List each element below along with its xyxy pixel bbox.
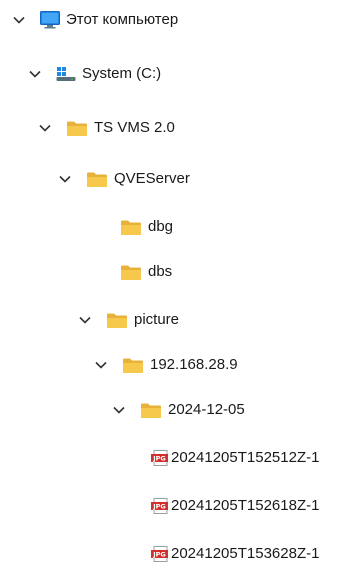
tree-item-qveserver[interactable]: QVEServer [58, 167, 190, 191]
tree-item-label: dbs [148, 263, 173, 280]
tree-item-ts-vms[interactable]: TS VMS 2.0 [38, 116, 175, 140]
folder-icon [86, 171, 108, 188]
folder-icon [66, 120, 88, 137]
chevron-down-icon[interactable] [38, 121, 52, 135]
tree-item-ip-folder[interactable]: 192.168.28.9 [94, 353, 238, 377]
jpg-file-icon: JPG [151, 498, 169, 514]
tree-item-label: dbg [148, 218, 174, 235]
monitor-icon [40, 11, 60, 29]
tree-item-label: QVEServer [114, 170, 190, 187]
folder-tree: Этот компьютер System (C:) TS VMS 2.0 QV… [0, 0, 361, 576]
tree-item-this-pc[interactable]: Этот компьютер [12, 8, 178, 32]
tree-item-label: Этот компьютер [66, 11, 179, 28]
chevron-down-icon[interactable] [94, 358, 108, 372]
folder-icon [106, 312, 128, 329]
tree-item-date-folder[interactable]: 2024-12-05 [112, 398, 245, 422]
tree-item-picture[interactable]: picture [78, 308, 179, 332]
jpg-file-icon: JPG [151, 546, 169, 562]
folder-icon [120, 219, 142, 236]
jpg-file-icon: JPG [151, 450, 169, 466]
tree-item-dbs[interactable]: dbs [120, 260, 172, 284]
tree-item-label: picture [134, 311, 180, 328]
tree-item-label: 20241205T153628Z-1 [171, 545, 320, 562]
tree-item-file[interactable]: JPG 20241205T153628Z-1 [151, 542, 319, 566]
folder-icon [122, 357, 144, 374]
tree-item-label: 20241205T152618Z-1 [171, 497, 320, 514]
chevron-down-icon[interactable] [12, 13, 26, 27]
tree-item-label: 20241205T152512Z-1 [171, 449, 320, 466]
chevron-down-icon[interactable] [112, 403, 126, 417]
tree-item-label: 192.168.28.9 [150, 356, 238, 373]
svg-text:JPG: JPG [152, 503, 166, 511]
folder-icon [120, 264, 142, 281]
folder-icon [140, 402, 162, 419]
tree-item-file[interactable]: JPG 20241205T152618Z-1 [151, 494, 319, 518]
tree-item-system-drive[interactable]: System (C:) [28, 62, 161, 86]
svg-text:JPG: JPG [152, 455, 166, 463]
chevron-down-icon[interactable] [78, 313, 92, 327]
tree-item-label: TS VMS 2.0 [94, 119, 175, 136]
tree-item-label: System (C:) [82, 65, 162, 82]
chevron-down-icon[interactable] [28, 67, 42, 81]
tree-item-dbg[interactable]: dbg [120, 215, 173, 239]
windows-drive-icon [56, 66, 76, 82]
svg-text:JPG: JPG [152, 551, 166, 559]
chevron-down-icon[interactable] [58, 172, 72, 186]
tree-item-label: 2024-12-05 [168, 401, 245, 418]
tree-item-file[interactable]: JPG 20241205T152512Z-1 [151, 446, 319, 470]
